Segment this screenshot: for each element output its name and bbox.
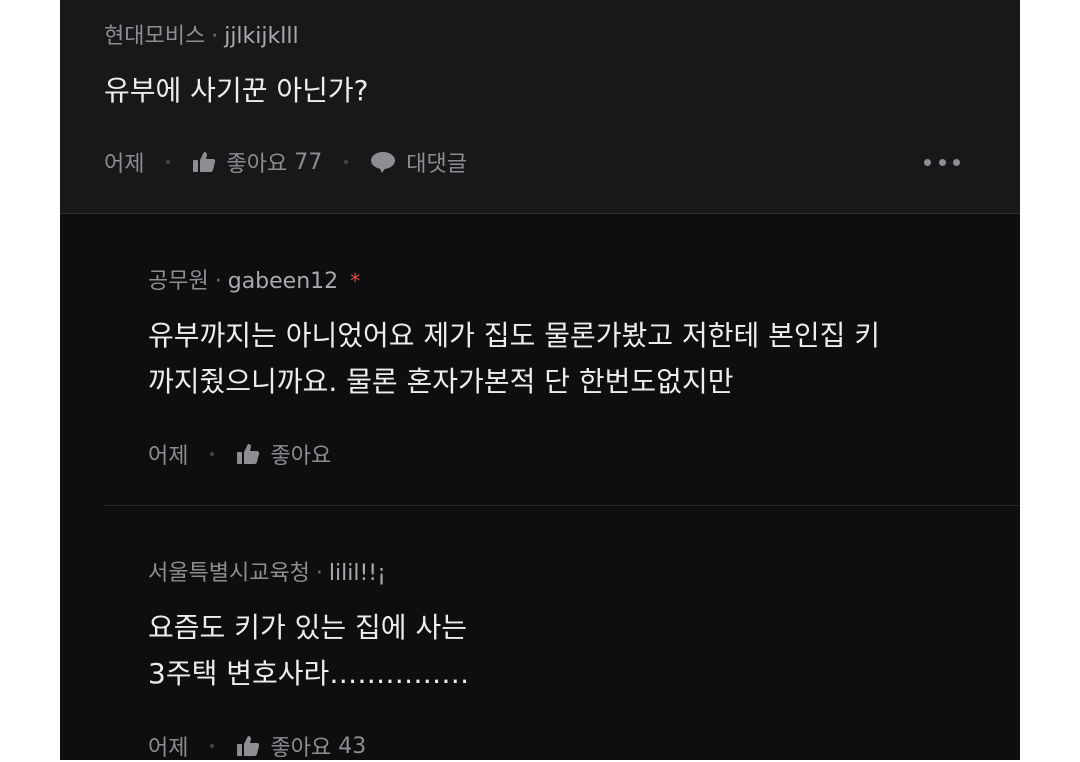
user-id[interactable]: jjlkijklll (224, 24, 298, 49)
reply-label: 대댓글 (406, 152, 467, 177)
comment-text-line: 요즘도 키가 있는 집에 사는 (148, 611, 467, 644)
like-count: 77 (294, 149, 323, 175)
like-label: 좋아요 (226, 152, 288, 177)
comment-meta: 서울특별시교육청 · lilil!!¡ (148, 555, 386, 587)
comment-text: 유부에 사기꾼 아닌가? (104, 68, 369, 114)
nickname[interactable]: 현대모비스 (104, 24, 205, 49)
nickname[interactable]: 서울특별시교육청 (148, 561, 310, 586)
comment-text: 요즘도 키가 있는 집에 사는 3주택 변호사라…………… (148, 605, 469, 697)
user-id[interactable]: lilil!!¡ (329, 561, 386, 586)
comment-actions: 어제 좋아요 43 (148, 730, 366, 762)
comment-meta: 공무원 · gabeen12 * (148, 263, 360, 295)
like-button[interactable]: 좋아요 (236, 438, 331, 470)
comment-time: 어제 (148, 444, 189, 469)
action-separator (210, 744, 215, 748)
comment-time: 어제 (104, 152, 145, 177)
like-button[interactable]: 좋아요 77 (192, 146, 322, 178)
thumbs-up-icon (237, 444, 260, 464)
meta-separator: · (214, 269, 222, 294)
more-dots-icon (924, 158, 931, 166)
more-options-button[interactable] (924, 150, 960, 174)
divider (104, 505, 1020, 506)
comment-time: 어제 (148, 736, 189, 761)
user-id[interactable]: gabeen12 (228, 269, 338, 294)
like-label: 좋아요 (270, 736, 332, 761)
author-badge: * (350, 269, 361, 293)
action-separator (166, 160, 171, 164)
meta-separator: · (315, 561, 323, 586)
comment-text-line: 유부까지는 아니었어요 제가 집도 물론가봤고 저한테 본인집 키 (148, 319, 881, 352)
comment-text-line: 유부에 사기꾼 아닌가? (104, 74, 369, 107)
comment-text: 유부까지는 아니었어요 제가 집도 물론가봤고 저한테 본인집 키 까지줬으니까… (148, 313, 880, 405)
like-button[interactable]: 좋아요 43 (236, 730, 366, 762)
comment-actions: 어제 좋아요 (148, 438, 331, 470)
reply-button[interactable]: 대댓글 (370, 146, 467, 178)
meta-separator: · (211, 24, 219, 49)
thumbs-up-icon (193, 152, 216, 172)
thumbs-up-icon (237, 736, 260, 756)
action-separator (344, 160, 349, 164)
like-label: 좋아요 (270, 444, 332, 469)
action-separator (210, 452, 215, 456)
comment-text-line: 3주택 변호사라…………… (148, 657, 470, 690)
speech-bubble-icon (371, 152, 396, 173)
comment-item: 현대모비스 · jjlkijklll 유부에 사기꾼 아닌가? 어제 좋아요 77 (60, 0, 1020, 214)
comment-panel: 현대모비스 · jjlkijklll 유부에 사기꾼 아닌가? 어제 좋아요 77 (60, 0, 1020, 762)
comment-meta: 현대모비스 · jjlkijklll (104, 18, 299, 50)
comment-text-line: 까지줬으니까요. 물론 혼자가본적 단 한번도없지만 (148, 365, 734, 398)
nickname[interactable]: 공무원 (148, 269, 209, 294)
comment-actions: 어제 좋아요 77 대댓글 (104, 146, 467, 178)
more-dots-icon (938, 158, 946, 166)
like-count: 43 (338, 733, 367, 759)
more-dots-icon (953, 158, 960, 166)
